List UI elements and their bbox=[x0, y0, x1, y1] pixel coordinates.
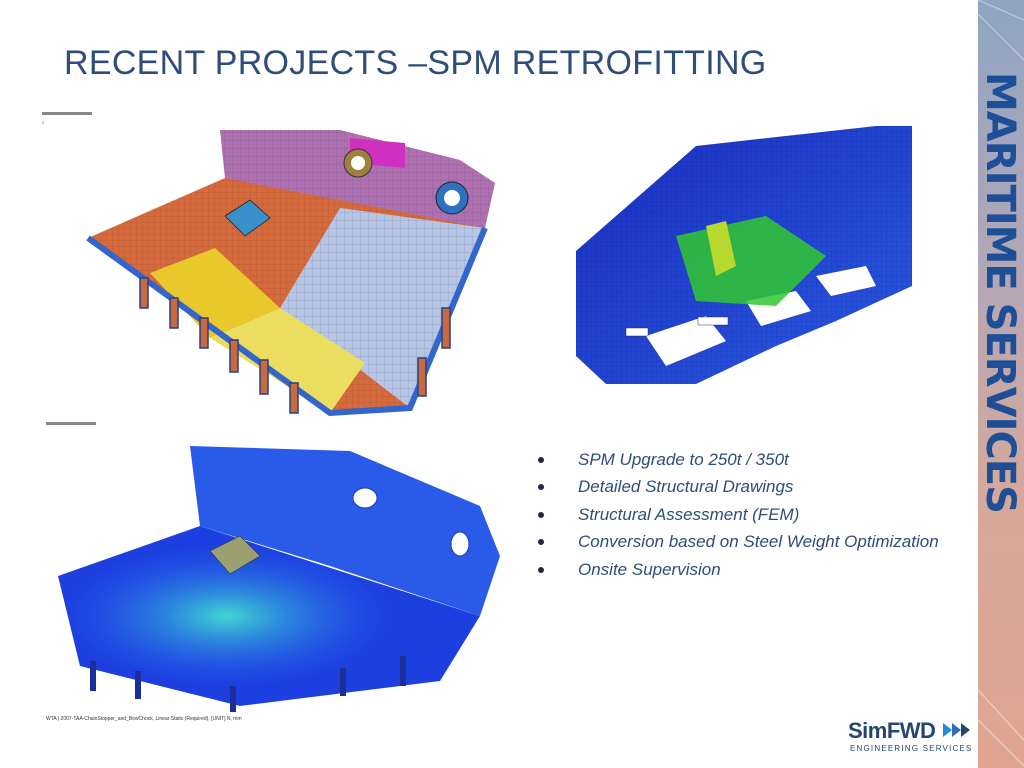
list-item: SPM Upgrade to 250t / 350t bbox=[538, 446, 968, 474]
bullet-dot-icon bbox=[538, 511, 544, 518]
list-item: Onsite Supervision bbox=[538, 556, 968, 584]
bullet-dot-icon bbox=[538, 539, 544, 546]
hawse-opening-2 bbox=[450, 531, 470, 557]
logo-tagline: ENGINEERING SERVICES bbox=[850, 744, 973, 753]
logo-arrows-icon bbox=[943, 723, 970, 737]
svg-text:0: 0 bbox=[42, 120, 45, 125]
side-panel: MARITIME SERVICES bbox=[978, 0, 1024, 768]
scale-bar bbox=[46, 422, 96, 425]
bullet-dot-icon bbox=[538, 566, 544, 573]
fem-caption: WTA | 2007-TAA-ChainStopper_and_BowChock… bbox=[46, 716, 242, 722]
fem-deck-contour-figure bbox=[46, 422, 500, 712]
list-item: Detailed Structural Drawings bbox=[538, 474, 968, 502]
list-item: Structural Assessment (FEM) bbox=[538, 501, 968, 529]
fem-bow-frames-figure bbox=[576, 126, 912, 384]
max-label bbox=[697, 316, 729, 326]
logo-name: SimFWD bbox=[848, 718, 936, 743]
bullet-list: SPM Upgrade to 250t / 350t Detailed Stru… bbox=[538, 446, 968, 584]
fem-mesh-model-figure: 0 bbox=[42, 112, 510, 417]
bullet-dot-icon bbox=[538, 484, 544, 491]
min-label bbox=[625, 327, 649, 337]
scale-bar: 0 bbox=[42, 112, 92, 125]
hawse-opening-1 bbox=[352, 487, 378, 509]
list-item: Conversion based on Steel Weight Optimiz… bbox=[538, 529, 968, 557]
side-text: MARITIME SERVICES bbox=[978, 72, 1023, 513]
slide-title: RECENT PROJECTS –SPM RETROFITTING bbox=[64, 44, 767, 82]
bullet-dot-icon bbox=[538, 456, 544, 463]
company-logo: SimFWD ENGINEERING SERVICES bbox=[848, 718, 972, 758]
